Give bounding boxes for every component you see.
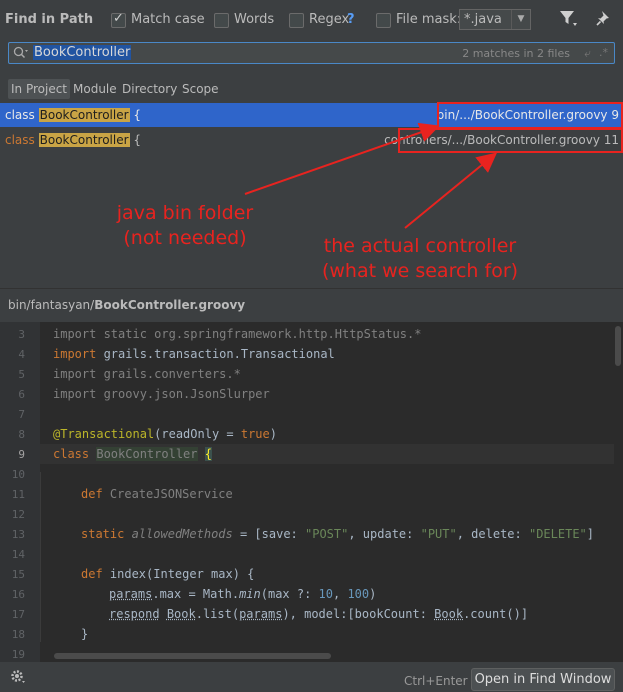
indent-guide <box>40 472 41 642</box>
preview-header: bin/fantasyan/BookController.groovy <box>0 288 623 321</box>
line-number: 5 <box>18 368 25 381</box>
code-line: def index(Integer max) { <box>81 567 255 581</box>
code-line: import grails.transaction.Transactional <box>53 347 335 361</box>
line-number: 17 <box>11 608 25 621</box>
preview-path: bin/fantasyan/BookController.groovy <box>8 298 245 312</box>
line-number: 19 <box>11 648 25 661</box>
scrollbar-thumb[interactable] <box>615 326 621 366</box>
code-line: import static org.springframework.http.H… <box>53 327 422 341</box>
code-line: class BookController { <box>53 447 212 461</box>
code-line: def CreateJSONService <box>81 487 233 501</box>
code-line: import groovy.json.JsonSlurper <box>53 387 270 401</box>
line-number: 16 <box>11 588 25 601</box>
line-number: 10 <box>11 468 25 481</box>
line-number: 6 <box>18 388 25 401</box>
code-line: params.max = Math.min(max ?: 10, 100) <box>109 587 377 601</box>
code-line: import grails.converters.* <box>53 367 241 381</box>
line-number: 12 <box>11 508 25 521</box>
line-number: 18 <box>11 628 25 641</box>
code-line: } <box>81 627 89 641</box>
dialog-footer: Ctrl+Enter Open in Find Window <box>0 662 623 692</box>
horizontal-scrollbar-thumb[interactable] <box>54 653 331 659</box>
line-number: 11 <box>11 488 25 501</box>
code-line: @Transactional(readOnly = true) <box>53 427 277 441</box>
code-line: static allowedMethods = [save: "POST", u… <box>81 527 595 541</box>
line-number: 3 <box>18 328 25 341</box>
annotation-right-line2: (what we search for) <box>321 260 519 282</box>
code-preview[interactable]: 3 4 5 6 7 8 9 10 11 12 13 14 15 16 17 18… <box>0 322 623 662</box>
annotation-left: java bin folder (not needed) <box>95 201 275 251</box>
annotation-right-line1: the actual controller <box>323 235 517 257</box>
open-in-find-window-button[interactable]: Open in Find Window <box>471 668 615 691</box>
vertical-scrollbar[interactable] <box>614 322 623 662</box>
shortcut-hint: Ctrl+Enter <box>404 674 468 688</box>
line-number: 13 <box>11 528 25 541</box>
annotation-left-line2: (not needed) <box>123 227 247 249</box>
code-line: respond Book.list(params), model:[bookCo… <box>109 607 529 621</box>
line-number: 14 <box>11 548 25 561</box>
annotation-right: the actual controller (what we search fo… <box>300 234 540 284</box>
preview-path-dir: bin/fantasyan/ <box>8 298 95 312</box>
line-number: 8 <box>18 428 25 441</box>
line-number: 4 <box>18 348 25 361</box>
line-number-current: 9 <box>18 448 25 461</box>
line-number: 15 <box>11 568 25 581</box>
line-gutter: 3 4 5 6 7 8 9 10 11 12 13 14 15 16 17 18… <box>0 322 40 662</box>
preview-path-file: BookController.groovy <box>94 298 246 312</box>
line-number: 7 <box>18 408 25 421</box>
annotation-left-line1: java bin folder <box>116 202 254 224</box>
gear-icon[interactable] <box>10 669 26 689</box>
